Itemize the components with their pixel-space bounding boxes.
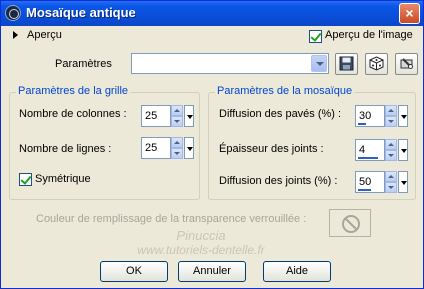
- tile-diffusion-spinner[interactable]: 30: [355, 105, 408, 127]
- tile-diffusion-decrement-button[interactable]: [385, 116, 397, 127]
- joint-thickness-slider-button[interactable]: [398, 139, 408, 161]
- rows-spinner[interactable]: 25: [141, 137, 194, 159]
- transparency-fill-swatch: [329, 209, 371, 237]
- presets-dropdown-button[interactable]: [311, 55, 327, 72]
- presets-label: Paramètres: [55, 58, 112, 70]
- image-preview-checkbox[interactable]: [309, 30, 322, 43]
- mosaic-settings-title: Paramètres de la mosaïque: [215, 85, 355, 97]
- tile-diffusion-slider-button[interactable]: [398, 105, 408, 127]
- save-preset-button[interactable]: [335, 53, 358, 75]
- rows-label: Nombre de lignes :: [19, 143, 112, 155]
- joint-thickness-spinner[interactable]: 4: [355, 139, 408, 161]
- symmetric-label[interactable]: Symétrique: [35, 173, 91, 185]
- floppy-disk-icon: [339, 56, 354, 71]
- columns-slider-button[interactable]: [184, 105, 194, 127]
- joint-diffusion-decrement-button[interactable]: [385, 182, 397, 193]
- watermark-line-2: www.tutoriels-dentelle.fr: [137, 243, 265, 257]
- presets-combobox[interactable]: [131, 53, 329, 74]
- reset-wrench-icon: [400, 58, 413, 69]
- joint-diffusion-increment-button[interactable]: [385, 171, 397, 182]
- rows-increment-button[interactable]: [171, 137, 183, 148]
- joint-diffusion-spinner[interactable]: 50: [355, 171, 408, 193]
- rows-slider-button[interactable]: [184, 137, 194, 159]
- rows-input[interactable]: 25: [141, 137, 171, 159]
- tile-diffusion-increment-button[interactable]: [385, 105, 397, 116]
- watermark-line-1: Pinuccia: [176, 228, 226, 243]
- joint-thickness-label: Épaisseur des joints :: [219, 143, 324, 155]
- watermark: Pinuccia www.tutoriels-dentelle.fr: [121, 228, 281, 258]
- columns-input[interactable]: 25: [141, 105, 171, 127]
- columns-spinner[interactable]: 25: [141, 105, 194, 127]
- ok-button[interactable]: OK: [100, 261, 168, 282]
- title-bar[interactable]: Mosaïque antique ×: [1, 1, 423, 26]
- columns-increment-button[interactable]: [171, 105, 183, 116]
- cancel-button[interactable]: Annuler: [178, 261, 246, 282]
- tile-diffusion-label: Diffusion des pavés (%) :: [219, 108, 342, 120]
- window-title: Mosaïque antique: [26, 5, 136, 20]
- dialog-window: Mosaïque antique × Aperçu Aperçu de l'im…: [0, 0, 424, 289]
- help-button[interactable]: Aide: [263, 261, 331, 282]
- symmetric-checkbox[interactable]: [19, 173, 32, 186]
- reset-defaults-button[interactable]: [395, 53, 418, 75]
- expand-arrow-icon[interactable]: [13, 31, 18, 39]
- tile-diffusion-level-bar: [358, 123, 366, 125]
- no-symbol-icon: [342, 215, 360, 233]
- columns-decrement-button[interactable]: [171, 116, 183, 127]
- image-preview-label[interactable]: Aperçu de l'image: [325, 29, 413, 41]
- joint-diffusion-label: Diffusion des joints (%) :: [219, 175, 338, 187]
- rows-decrement-button[interactable]: [171, 148, 183, 159]
- joint-thickness-level-bar: [358, 157, 378, 159]
- preview-toggle-label[interactable]: Aperçu: [27, 29, 62, 41]
- grid-settings-title: Paramètres de la grille: [16, 85, 131, 97]
- randomize-button[interactable]: [365, 53, 388, 75]
- joint-thickness-decrement-button[interactable]: [385, 150, 397, 161]
- joint-diffusion-slider-button[interactable]: [398, 171, 408, 193]
- joint-thickness-increment-button[interactable]: [385, 139, 397, 150]
- dice-icon: [369, 56, 384, 71]
- transparency-fill-label: Couleur de remplissage de la transparenc…: [36, 213, 307, 225]
- app-icon: [5, 5, 21, 21]
- close-button[interactable]: ×: [399, 3, 420, 24]
- columns-label: Nombre de colonnes :: [19, 108, 127, 120]
- joint-diffusion-level-bar: [358, 189, 371, 191]
